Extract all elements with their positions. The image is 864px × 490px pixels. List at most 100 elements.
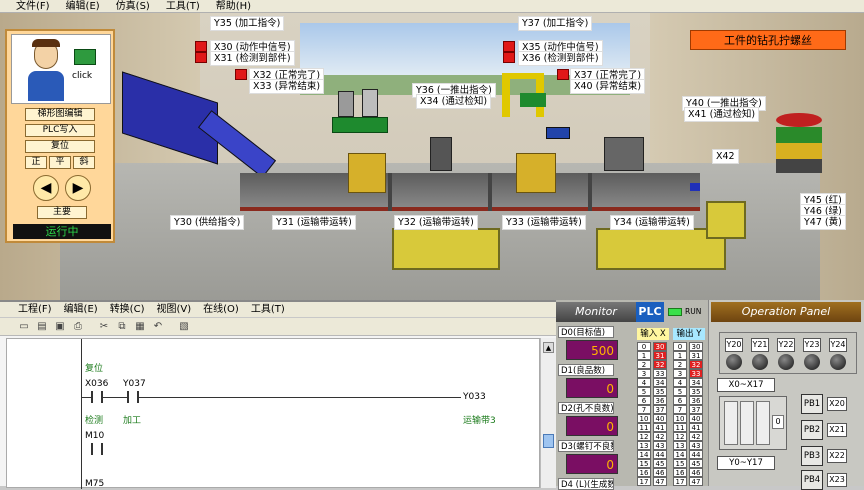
avatar-caption: click bbox=[72, 71, 93, 81]
label-y31: Y31 (运输带运转) bbox=[272, 215, 356, 230]
menu-help[interactable]: 帮助(H) bbox=[216, 0, 251, 12]
avatar[interactable]: click bbox=[11, 34, 111, 104]
pb4-x-label: X23 bbox=[827, 473, 847, 487]
io-cell: 3 bbox=[673, 369, 687, 378]
undo-icon[interactable]: ↶ bbox=[152, 321, 164, 333]
tray-y32 bbox=[392, 228, 500, 270]
print-icon[interactable]: ⎙ bbox=[72, 321, 84, 333]
register-d0-value: 500 bbox=[566, 340, 618, 360]
contact-symbol bbox=[127, 391, 139, 403]
menu-file[interactable]: 文件(F) bbox=[16, 0, 50, 12]
io-cell: 14 bbox=[637, 450, 651, 459]
simulation-scene: 工件的钻孔拧螺丝 Y35 (加工指令) X30 (动作中信号) X31 (检测到… bbox=[0, 13, 864, 300]
io-cell: 2 bbox=[637, 360, 651, 369]
scroll-thumb[interactable] bbox=[543, 434, 554, 448]
io-cell: 32 bbox=[689, 360, 703, 369]
ladder-edit-button[interactable]: 梯形图编辑 bbox=[25, 108, 95, 121]
digital-switch[interactable]: 0 bbox=[719, 396, 787, 450]
vertical-scrollbar[interactable]: ▲ bbox=[540, 338, 556, 488]
banner: 工件的钻孔拧螺丝 bbox=[690, 30, 846, 50]
person-icon bbox=[26, 39, 66, 101]
pb2-x-label: X21 bbox=[827, 423, 847, 437]
menu-tools[interactable]: 工具(T) bbox=[166, 0, 200, 12]
indicator-x31 bbox=[195, 52, 207, 63]
io-cell: 0 bbox=[637, 342, 651, 351]
lamp-y24 bbox=[830, 354, 846, 370]
control-panel: click 梯形图编辑 PLC写入 复位 正 平 斜 ◀ ▶ 主要 运行中 bbox=[5, 29, 115, 243]
range-x-label: X0~X17 bbox=[717, 378, 775, 392]
new-file-icon[interactable]: ▭ bbox=[18, 321, 30, 333]
register-d3-value: 0 bbox=[566, 454, 618, 474]
workpiece bbox=[516, 153, 556, 193]
register-d1-label: D1(良品数) bbox=[558, 364, 614, 376]
editor-menu-project[interactable]: 工程(F) bbox=[18, 302, 52, 317]
io-cell: 35 bbox=[689, 387, 703, 396]
drill-machine-2 bbox=[502, 65, 564, 119]
io-cell: 46 bbox=[689, 468, 703, 477]
ladder-diagram[interactable]: 复位 X036 Y037 Y033 检测 加工 运输带3 M10 M75 bbox=[6, 338, 540, 489]
paste-icon[interactable]: ▦ bbox=[134, 321, 146, 333]
plc-tag: PLC bbox=[636, 302, 664, 322]
open-folder-icon[interactable]: ▤ bbox=[36, 321, 48, 333]
output-header: 输出 Y bbox=[673, 328, 705, 340]
editor-menu-tools[interactable]: 工具(T) bbox=[251, 302, 285, 317]
view-front-button[interactable]: 正 bbox=[25, 156, 47, 169]
io-cell: 45 bbox=[689, 459, 703, 468]
tray-y47 bbox=[706, 201, 746, 239]
io-cell: 35 bbox=[653, 387, 667, 396]
io-cell: 43 bbox=[689, 441, 703, 450]
lamp-y24-label: Y24 bbox=[829, 338, 847, 352]
io-cell: 36 bbox=[689, 396, 703, 405]
label-x40-end: X40 (异常结束) bbox=[570, 79, 646, 94]
io-cell: 46 bbox=[653, 468, 667, 477]
io-cell: 42 bbox=[653, 432, 667, 441]
lamp-y23 bbox=[804, 354, 820, 370]
lamp-y23-label: Y23 bbox=[803, 338, 821, 352]
find-icon[interactable]: ▧ bbox=[178, 321, 190, 333]
io-cell: 41 bbox=[689, 423, 703, 432]
editor-menu-edit[interactable]: 编辑(E) bbox=[64, 302, 98, 317]
arrow-left-icon[interactable]: ◀ bbox=[33, 175, 59, 201]
reset-button[interactable]: 复位 bbox=[25, 140, 95, 153]
plc-write-button[interactable]: PLC写入 bbox=[25, 124, 95, 137]
camera-unit bbox=[546, 127, 570, 139]
menu-edit[interactable]: 编辑(E) bbox=[66, 0, 100, 12]
pb2-button[interactable]: PB2 bbox=[801, 420, 823, 440]
io-cell: 44 bbox=[653, 450, 667, 459]
editor-menu-convert[interactable]: 转换(C) bbox=[110, 302, 145, 317]
run-label: RUN bbox=[685, 307, 702, 316]
main-button[interactable]: 主要 bbox=[37, 206, 87, 219]
io-cell: 12 bbox=[637, 432, 651, 441]
editor-menu-online[interactable]: 在线(O) bbox=[203, 302, 239, 317]
label-x31: X31 (检测到部件) bbox=[210, 51, 295, 66]
lamp-y21 bbox=[752, 354, 768, 370]
conveyor-divider bbox=[588, 173, 592, 211]
label-y33: Y33 (运输带运转) bbox=[502, 215, 586, 230]
editor-toolbar: ▭ ▤ ▣ ⎙ ✂ ⧉ ▦ ↶ ▧ bbox=[0, 318, 556, 336]
pb4-button[interactable]: PB4 bbox=[801, 470, 823, 490]
menu-simulate[interactable]: 仿真(S) bbox=[116, 0, 150, 12]
view-tilt-button[interactable]: 斜 bbox=[73, 156, 95, 169]
save-icon[interactable]: ▣ bbox=[54, 321, 66, 333]
io-cell: 13 bbox=[637, 441, 651, 450]
scroll-up-icon[interactable]: ▲ bbox=[543, 342, 554, 353]
io-cell: 6 bbox=[637, 396, 651, 405]
io-cell: 2 bbox=[673, 360, 687, 369]
ladder-editor: 工程(F) 编辑(E) 转换(C) 视图(V) 在线(O) 工具(T) ▭ ▤ … bbox=[0, 300, 556, 489]
arrow-right-icon[interactable]: ▶ bbox=[65, 175, 91, 201]
plc-io-panel: PLC RUN 输入 X 输出 Y 0 1 2 3 4 5 6 7 10 11 12 13 14 15 16… bbox=[636, 300, 708, 486]
pb1-button[interactable]: PB1 bbox=[801, 394, 823, 414]
contact-m75: M75 bbox=[85, 479, 105, 489]
contact-m10: M10 bbox=[85, 431, 105, 441]
lamp-y20-label: Y20 bbox=[725, 338, 743, 352]
copy-icon[interactable]: ⧉ bbox=[116, 321, 128, 333]
view-flat-button[interactable]: 平 bbox=[49, 156, 71, 169]
inspection-unit bbox=[604, 137, 644, 171]
editor-menu-view[interactable]: 视图(V) bbox=[156, 302, 191, 317]
io-cell: 16 bbox=[637, 468, 651, 477]
io-cell: 47 bbox=[689, 477, 703, 486]
io-cell: 40 bbox=[689, 414, 703, 423]
label-y32: Y32 (运输带运转) bbox=[394, 215, 478, 230]
cut-icon[interactable]: ✂ bbox=[98, 321, 110, 333]
pb3-button[interactable]: PB3 bbox=[801, 446, 823, 466]
